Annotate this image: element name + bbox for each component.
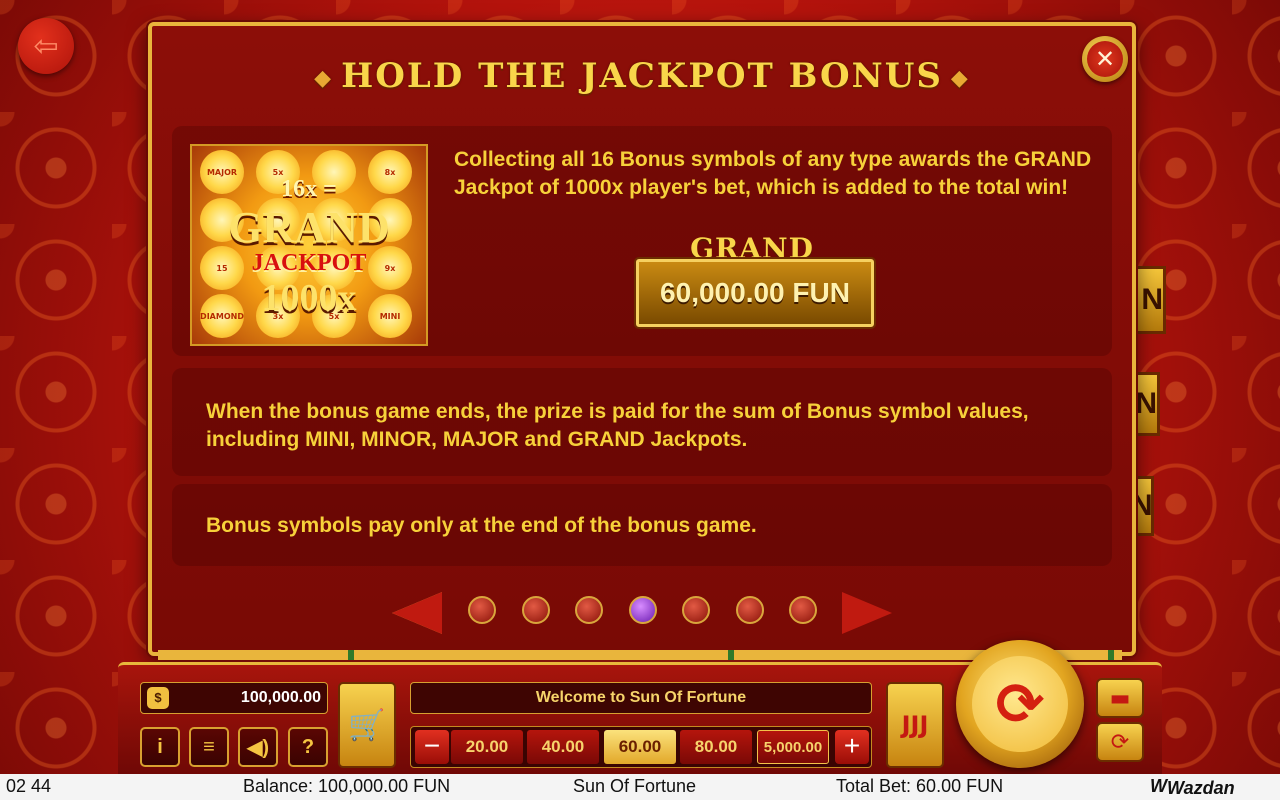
page-dot[interactable]: [682, 596, 710, 624]
speaker-icon: ◀): [246, 736, 270, 759]
gamble-button[interactable]: ▬: [1096, 678, 1144, 718]
exit-icon[interactable]: ⇦: [18, 18, 74, 74]
paragraph-bonus-pay: Bonus symbols pay only at the end of the…: [206, 514, 757, 537]
status-balance: Balance: 100,000.00 FUN: [243, 776, 451, 796]
info-icon: i: [157, 735, 163, 758]
spin-arrows-icon: ⟳: [972, 656, 1068, 752]
autoplay-button[interactable]: ⟳: [1096, 722, 1144, 762]
grand-jackpot-value: 60,000.00 FUN: [660, 277, 850, 308]
wazdan-logo: W Wazdan: [1150, 776, 1235, 798]
menu-icon: ≡: [203, 735, 215, 758]
bet-option[interactable]: 5,000.00: [757, 730, 829, 764]
menu-button[interactable]: ≡: [189, 727, 229, 767]
gamble-icon: ▬: [1109, 685, 1131, 711]
pagination: [152, 586, 1132, 634]
symbol-line-2: GRAND: [228, 203, 390, 252]
balance-value: 100,000.00: [240, 689, 321, 706]
dialog-title-row: ◆ HOLD THE JACKPOT BONUS ◆: [152, 56, 1132, 96]
clock-time: 02 44: [6, 776, 52, 796]
bet-option[interactable]: 80.00: [680, 730, 752, 764]
status-game-name: Sun Of Fortune: [573, 776, 697, 796]
paragraph-bonus-end: When the bonus game ends, the prize is p…: [206, 400, 1029, 451]
help-button[interactable]: ?: [288, 727, 328, 767]
symbol-line-4: 1000x: [261, 277, 357, 319]
bet-option[interactable]: 60.00: [604, 730, 676, 764]
page-dot[interactable]: [468, 596, 496, 624]
close-button[interactable]: ✕: [1082, 36, 1128, 82]
page-dot[interactable]: [575, 596, 603, 624]
page-dot[interactable]: [789, 596, 817, 624]
page-dot[interactable]: [628, 596, 657, 624]
page-dot[interactable]: [521, 596, 550, 624]
welcome-message: Welcome to Sun Of Fortune: [535, 689, 747, 706]
money-bag-icon: $: [147, 687, 169, 709]
ornament-icon: ◆: [950, 65, 970, 91]
logo-text: Wazdan: [1167, 778, 1235, 798]
spin-button[interactable]: ⟳: [956, 640, 1084, 768]
next-page-arrow-icon[interactable]: [842, 592, 892, 634]
sound-button[interactable]: ◀): [238, 727, 278, 767]
symbol-line-3: JACKPOT: [251, 250, 367, 276]
help-icon: ?: [301, 735, 315, 758]
message-bar: Welcome to Sun Of Fortune: [410, 682, 872, 714]
buy-feature-button[interactable]: 🛒: [338, 682, 396, 768]
balance-display: $ 100,000.00: [140, 682, 328, 714]
increase-bet-button[interactable]: +: [835, 730, 869, 764]
ornament-icon: ◆: [314, 65, 334, 91]
info-button[interactable]: i: [140, 727, 180, 767]
status-bar: 02 44 Balance: 100,000.00 FUN Sun Of For…: [0, 774, 1280, 800]
paragraph-collect-16: Collecting all 16 Bonus symbols of any t…: [454, 148, 1092, 199]
grand-jackpot-symbol-image: MAJOR 5x 8x 15 9x DIAMOND 3x 5x MINI 16x = GRAND…: [190, 144, 428, 346]
jackpot-peek-text: N: [1141, 283, 1163, 316]
decrease-bet-button[interactable]: −: [415, 730, 449, 764]
symbol-line-1: 16x =: [281, 176, 337, 202]
paytable-dialog: ◆ HOLD THE JACKPOT BONUS ◆ ✕ MAJOR 5x 8x 15 9x…: [148, 22, 1136, 656]
shopping-cart-icon: 🛒: [348, 707, 386, 743]
close-icon: ✕: [1087, 41, 1123, 77]
jackpot-peek-text: N: [1135, 387, 1157, 420]
bet-selector: − 20.00 40.00 60.00 80.00 5,000.00 +: [410, 726, 872, 768]
autoplay-icon: ⟳: [1110, 729, 1130, 755]
bet-option[interactable]: 40.00: [527, 730, 599, 764]
page-dot[interactable]: [735, 596, 764, 624]
turbo-button[interactable]: JJJ: [886, 682, 944, 768]
turbo-icon: JJJ: [901, 711, 929, 739]
grand-jackpot-value-box: 60,000.00 FUN: [636, 259, 874, 327]
status-total-bet: Total Bet: 60.00 FUN: [836, 776, 1004, 796]
bet-option[interactable]: 20.00: [451, 730, 523, 764]
previous-page-arrow-icon[interactable]: [392, 592, 442, 634]
dialog-title: HOLD THE JACKPOT BONUS: [341, 56, 943, 96]
